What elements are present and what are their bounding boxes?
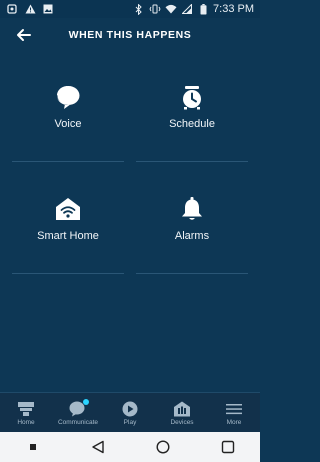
trigger-alarms[interactable]: Alarms [136,172,248,284]
home-circle-icon[interactable] [155,439,171,455]
divider [136,273,248,274]
divider [136,161,248,162]
devices-icon [173,401,191,417]
battery-icon [197,3,209,15]
nav-label: Home [17,418,35,426]
trigger-label: Smart Home [37,230,99,242]
trigger-label: Voice [54,118,82,130]
alarm-clock-icon [179,84,205,110]
overview-square-icon[interactable] [220,439,236,455]
nav-more[interactable]: More [208,393,260,433]
vibrate-icon [149,3,161,15]
trigger-smart-home[interactable]: Smart Home [12,172,124,284]
divider [12,273,124,274]
nav-play[interactable]: Play [104,393,156,433]
trigger-label: Schedule [169,118,215,130]
bottom-nav: Home Communicate Play Devices More [0,392,260,433]
menu-icon [225,401,243,417]
back-triangle-icon[interactable] [90,439,106,455]
back-arrow-icon[interactable] [14,25,34,45]
trigger-voice[interactable]: Voice [12,60,124,172]
signal-icon [181,3,193,15]
wifi-icon [165,3,177,15]
trigger-schedule[interactable]: Schedule [136,60,248,172]
recents-dot-icon[interactable] [25,439,41,455]
divider [12,161,124,162]
trigger-label: Alarms [174,230,210,242]
nav-devices[interactable]: Devices [156,393,208,433]
header: WHEN THIS HAPPENS [0,18,260,52]
warning-icon [24,3,36,15]
nav-label: Devices [170,418,194,426]
home-icon [17,401,35,417]
nav-communicate[interactable]: Communicate [52,393,104,433]
speech-bubble-icon [55,84,81,110]
notification-icon [6,3,18,15]
nav-home[interactable]: Home [0,393,52,433]
status-time: 7:33 PM [213,3,254,15]
image-icon [42,3,54,15]
notification-badge [83,399,89,405]
page-title: WHEN THIS HAPPENS [68,29,192,41]
system-nav-bar [0,432,260,462]
play-icon [121,401,139,417]
status-bar: 7:33 PM [0,0,260,18]
nav-label: More [226,418,242,426]
nav-label: Communicate [57,418,99,426]
nav-label: Play [123,418,137,426]
bluetooth-icon [133,3,145,15]
smart-home-icon [55,196,81,222]
bell-icon [179,196,205,222]
